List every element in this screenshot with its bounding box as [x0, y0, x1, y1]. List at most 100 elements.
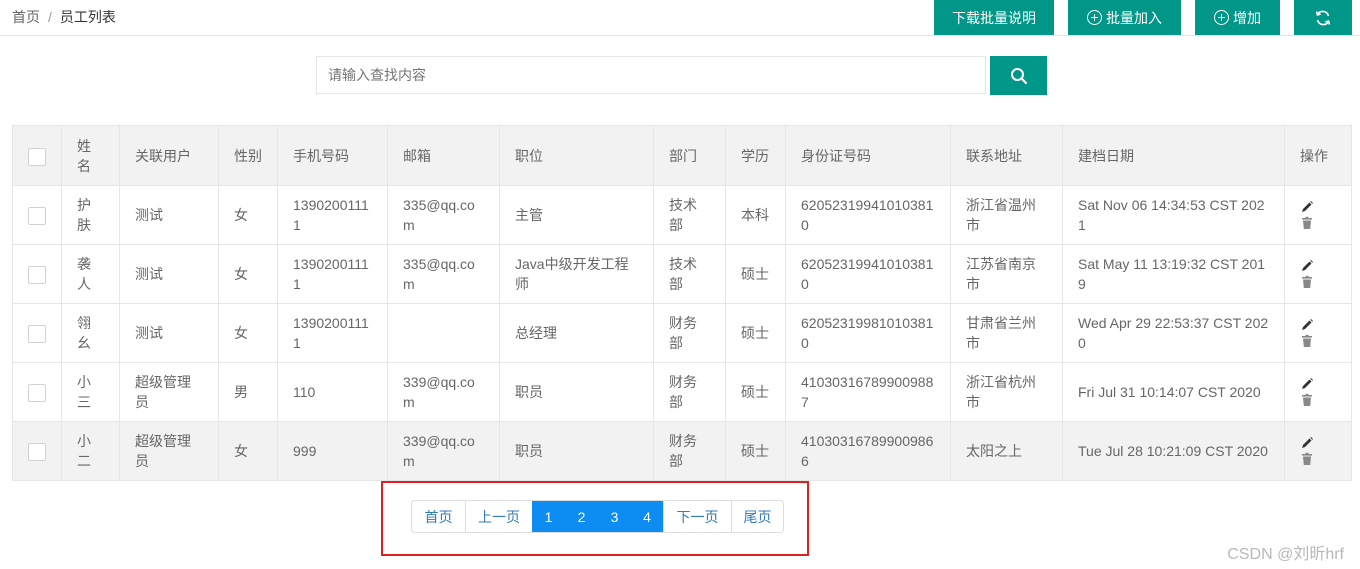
table-cell: 620523199410103810: [785, 185, 951, 245]
add-button[interactable]: 增加: [1195, 0, 1280, 35]
delete-icon[interactable]: [1300, 334, 1314, 348]
table-cell: 硕士: [725, 421, 786, 481]
download-batch-instructions-button[interactable]: 下载批量说明: [934, 0, 1054, 35]
row-checkbox[interactable]: [28, 266, 46, 285]
table-row: 护肤 测试女 13902001111 335@qq.com 主管 技术部 本科 6205231…: [12, 185, 1352, 245]
select-all-checkbox[interactable]: [28, 147, 46, 166]
page-2-button[interactable]: 2: [565, 501, 598, 532]
column-header: 部门: [653, 125, 726, 186]
delete-icon[interactable]: [1300, 275, 1314, 289]
edit-icon[interactable]: [1300, 436, 1314, 450]
column-header: 手机号码: [277, 125, 388, 186]
table-cell: 翎幺: [61, 303, 120, 363]
plus-circle-icon: [1214, 10, 1229, 25]
table-cell: [387, 303, 500, 363]
column-header: 联系地址: [950, 125, 1063, 186]
row-checkbox[interactable]: [28, 207, 46, 226]
delete-icon[interactable]: [1300, 216, 1314, 230]
table-cell: 技术部: [653, 185, 726, 245]
column-header: 操作: [1284, 125, 1352, 186]
table-cell: 999: [277, 421, 388, 481]
refresh-button[interactable]: [1294, 0, 1352, 35]
table-cell: 测试: [119, 185, 219, 245]
row-select-cell: [12, 185, 62, 245]
table-cell: 335@qq.com: [387, 244, 500, 304]
last-page-button[interactable]: 尾页: [731, 501, 783, 532]
add-label: 增加: [1233, 9, 1261, 26]
column-header: 职位: [499, 125, 654, 186]
table-cell: 财务部: [653, 421, 726, 481]
table-cell: Fri Jul 31 10:14:07 CST 2020: [1062, 362, 1285, 422]
table-cell: 测试: [119, 244, 219, 304]
row-actions-cell: [1284, 244, 1352, 304]
table-cell: 硕士: [725, 303, 786, 363]
breadcrumb-current: 员工列表: [59, 9, 116, 25]
table-cell: 13902001111: [277, 303, 388, 363]
table-cell: Java中级开发工程师: [499, 244, 654, 304]
column-header: 邮箱: [387, 125, 500, 186]
first-page-button[interactable]: 首页: [412, 501, 465, 532]
breadcrumb-home[interactable]: 首页: [12, 9, 40, 25]
page-3-button[interactable]: 3: [598, 501, 631, 532]
table-cell: Sat Nov 06 14:34:53 CST 2021: [1062, 185, 1285, 245]
table-cell: 女: [218, 421, 278, 481]
table-cell: 浙江省温州市: [950, 185, 1063, 245]
row-select-cell: [12, 303, 62, 363]
delete-icon[interactable]: [1300, 452, 1314, 466]
table-cell: 小二: [61, 421, 120, 481]
row-checkbox[interactable]: [28, 443, 46, 462]
table-cell: 339@qq.com: [387, 362, 500, 422]
table-cell: 超级管理员: [119, 421, 219, 481]
table-cell: 测试: [119, 303, 219, 363]
table-cell: 小三: [61, 362, 120, 422]
table-cell: Wed Apr 29 22:53:37 CST 2020: [1062, 303, 1285, 363]
table-cell: 总经理: [499, 303, 654, 363]
table-cell: 13902001111: [277, 244, 388, 304]
page-1-button[interactable]: 1: [532, 501, 565, 532]
delete-icon[interactable]: [1300, 393, 1314, 407]
table-cell: 110: [277, 362, 388, 422]
prev-page-button[interactable]: 上一页: [465, 501, 532, 532]
search-input[interactable]: [316, 56, 986, 94]
table-cell: 太阳之上: [950, 421, 1063, 481]
select-all-cell: [12, 125, 62, 186]
table-cell: 财务部: [653, 303, 726, 363]
search-icon: [1010, 67, 1027, 84]
watermark: CSDN @刘昕hrf: [1227, 546, 1344, 563]
table-cell: 主管: [499, 185, 654, 245]
row-checkbox[interactable]: [28, 325, 46, 344]
table-cell: 620523199410103810: [785, 244, 951, 304]
search-button[interactable]: [990, 56, 1047, 95]
table-cell: 本科: [725, 185, 786, 245]
row-select-cell: [12, 244, 62, 304]
table-cell: 女: [218, 303, 278, 363]
top-bar: 首页 / 员工列表 下载批量说明 批量加入 增加: [0, 0, 1360, 36]
edit-icon[interactable]: [1300, 377, 1314, 391]
batch-add-button[interactable]: 批量加入: [1068, 0, 1181, 35]
column-header: 学历: [725, 125, 786, 186]
next-page-button[interactable]: 下一页: [663, 501, 731, 532]
row-checkbox[interactable]: [28, 384, 46, 403]
edit-icon[interactable]: [1300, 318, 1314, 332]
table-cell: 技术部: [653, 244, 726, 304]
table-cell: 410303167899009887: [785, 362, 951, 422]
table-row: 小二 超级管理员女 999 339@qq.com 职员 财务部 硕士 410303167899…: [12, 421, 1352, 481]
edit-icon[interactable]: [1300, 259, 1314, 273]
row-actions-cell: [1284, 303, 1352, 363]
table-cell: 335@qq.com: [387, 185, 500, 245]
table-cell: 男: [218, 362, 278, 422]
page-4-button[interactable]: 4: [631, 501, 663, 532]
table-cell: 职员: [499, 362, 654, 422]
edit-icon[interactable]: [1300, 200, 1314, 214]
column-header: 性别: [218, 125, 278, 186]
column-header: 建档日期: [1062, 125, 1285, 186]
batch-add-label: 批量加入: [1106, 9, 1162, 26]
table-cell: 超级管理员: [119, 362, 219, 422]
table-cell: Tue Jul 28 10:21:09 CST 2020: [1062, 421, 1285, 481]
row-select-cell: [12, 421, 62, 481]
table-row: 小三 超级管理员男 110 339@qq.com 职员 财务部 硕士 410303167899…: [12, 362, 1352, 422]
table-cell: 339@qq.com: [387, 421, 500, 481]
table-cell: 硕士: [725, 362, 786, 422]
row-actions-cell: [1284, 362, 1352, 422]
table-cell: 护肤: [61, 185, 120, 245]
